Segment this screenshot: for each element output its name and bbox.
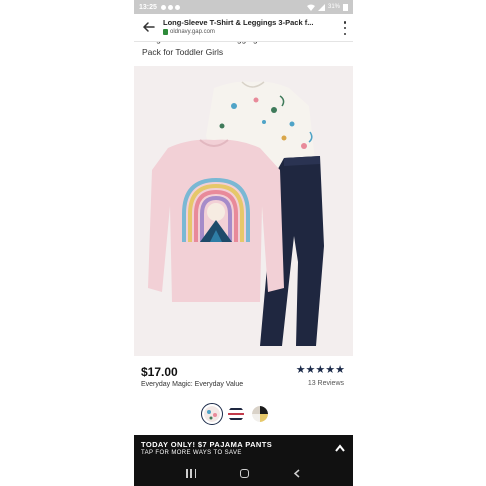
status-bar: 13:25 31% <box>134 0 353 14</box>
android-nav-bar <box>134 461 353 486</box>
promo-banner[interactable]: TODAY ONLY! $7 PAJAMA PANTS TAP FOR MORE… <box>134 435 353 461</box>
promo-text: Everyday Magic: Everyday Value <box>141 381 244 388</box>
more-options-icon[interactable] <box>343 21 347 35</box>
home-icon[interactable] <box>240 469 249 478</box>
status-right: 31% <box>306 3 348 11</box>
signal-icon <box>317 3 325 11</box>
battery-level: 31% <box>327 4 340 10</box>
banner-title: TODAY ONLY! $7 PAJAMA PANTS <box>141 440 273 449</box>
browser-domain[interactable]: oldnavy.gap.com <box>163 29 215 35</box>
product-image[interactable] <box>134 66 353 356</box>
domain-text: oldnavy.gap.com <box>170 29 215 35</box>
swatch-multi-color[interactable] <box>252 406 268 422</box>
notification-icon <box>167 4 173 10</box>
swatch-floral-pink[interactable] <box>201 403 223 425</box>
stripes-swatch-icon <box>228 406 244 422</box>
swatch-stripes[interactable] <box>228 406 244 422</box>
status-time: 13:25 <box>139 3 157 11</box>
lock-icon <box>163 29 168 35</box>
caret-up-icon[interactable] <box>335 444 345 452</box>
product-price: $17.00 <box>141 365 178 379</box>
pink-rainbow-shirt <box>148 139 284 302</box>
browser-page-title[interactable]: Long-Sleeve T-Shirt & Leggings 3-Pack f.… <box>163 18 333 27</box>
product-title-line2: Pack for Toddler Girls <box>142 47 224 57</box>
notification-icons <box>160 4 180 10</box>
notification-icon <box>174 4 180 10</box>
color-swatches <box>201 403 268 425</box>
back-arrow-icon[interactable] <box>141 19 157 35</box>
product-photo <box>148 81 324 346</box>
battery-icon <box>343 4 348 11</box>
floral-swatch-icon <box>204 406 220 422</box>
phone-screen: 13:25 31% Long-Sleeve T-Shirt & Leggings… <box>134 0 353 486</box>
reviews-link[interactable]: 13 Reviews <box>308 380 344 387</box>
banner-subtitle: TAP FOR MORE WAYS TO SAVE <box>141 450 242 456</box>
rating-stars-icon[interactable]: ★★★★★ <box>296 363 345 376</box>
multi-color-swatch-icon <box>252 406 268 422</box>
nav-back-icon[interactable] <box>293 469 301 478</box>
recent-apps-icon[interactable] <box>186 469 196 478</box>
notification-icon <box>160 4 166 10</box>
browser-url-bar: Long-Sleeve T-Shirt & Leggings 3-Pack f.… <box>134 14 353 42</box>
wifi-icon <box>306 4 315 11</box>
